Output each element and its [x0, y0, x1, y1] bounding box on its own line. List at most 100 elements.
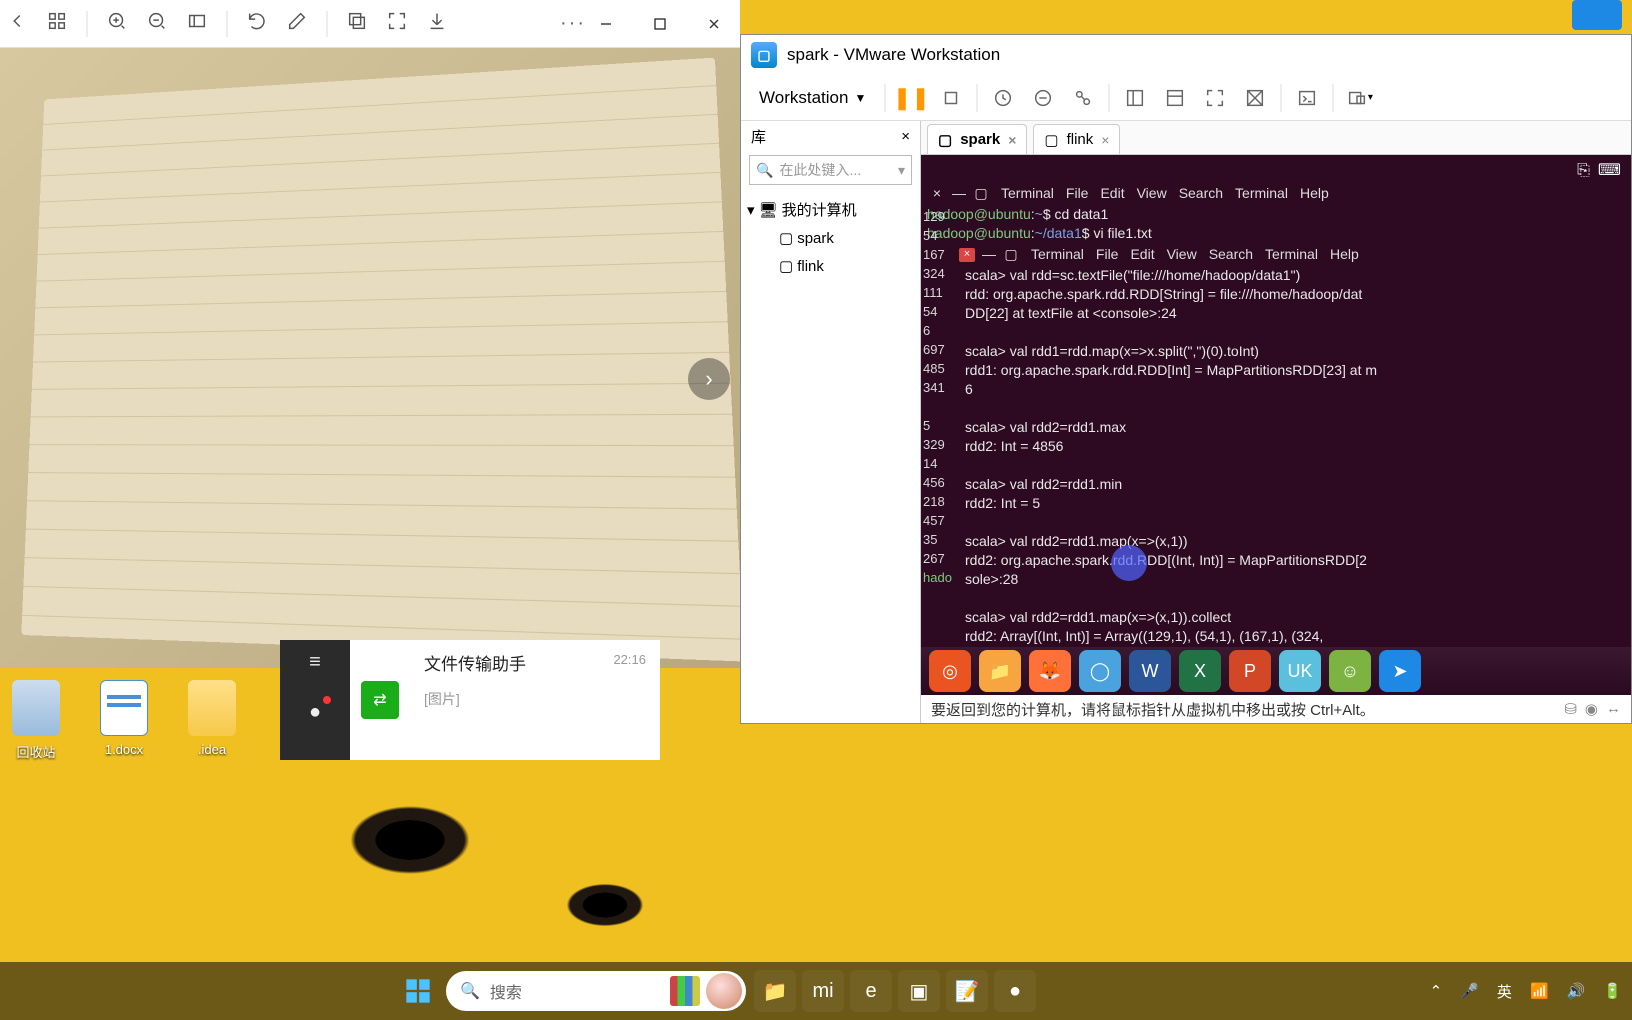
- dock-app[interactable]: 🦊: [1029, 650, 1071, 692]
- tab-close-icon[interactable]: ×: [1008, 132, 1016, 148]
- library-search[interactable]: 🔍在此处键入...▾: [749, 155, 912, 185]
- tab-flink[interactable]: ▢flink×: [1033, 124, 1120, 154]
- dock-app[interactable]: 📁: [979, 650, 1021, 692]
- vmware-window: ▢ spark - VMware Workstation Workstation…: [740, 34, 1632, 724]
- maximize-button[interactable]: [640, 4, 680, 44]
- snapshot-manager-icon[interactable]: [1068, 83, 1098, 113]
- menu-icon[interactable]: ≡: [301, 648, 329, 676]
- unity-icon[interactable]: [1240, 83, 1270, 113]
- search-decoration-icon: [670, 976, 700, 1006]
- fit-icon[interactable]: [186, 10, 208, 37]
- tray-battery-icon[interactable]: 🔋: [1603, 982, 1622, 1000]
- search-icon: 🔍: [756, 162, 773, 179]
- tray-chevron-icon[interactable]: ⌃: [1430, 982, 1443, 1000]
- pause-vm-icon[interactable]: ❚❚: [896, 83, 926, 113]
- chat-icon[interactable]: ●: [301, 698, 329, 726]
- desktop-icon-idea[interactable]: .idea: [188, 680, 236, 761]
- tray-wifi-icon[interactable]: 📶: [1530, 982, 1549, 1000]
- vm-tabs: ▢spark× ▢flink×: [921, 121, 1631, 155]
- tree-item-flink[interactable]: ▢flink: [747, 253, 914, 281]
- taskbar-app[interactable]: 📝: [946, 970, 988, 1012]
- layout-2-icon[interactable]: [1160, 83, 1190, 113]
- fullscreen-vm-icon[interactable]: [1200, 83, 1230, 113]
- taskbar-app[interactable]: e: [850, 970, 892, 1012]
- dock-app[interactable]: ◎: [929, 650, 971, 692]
- more-icon[interactable]: ···: [560, 12, 586, 35]
- desktop-shortcut-icon[interactable]: [1572, 0, 1622, 30]
- taskbar-app[interactable]: ●: [994, 970, 1036, 1012]
- hint-disk-icon: ⛁: [1564, 700, 1577, 718]
- transfer-helper-avatar[interactable]: ⇄: [350, 640, 410, 760]
- chat-preview: [图片]: [424, 689, 599, 709]
- tree-item-spark[interactable]: ▢spark: [747, 225, 914, 253]
- ubuntu-dock: ◎📁🦊◯WXPUK☺➤: [921, 647, 1631, 695]
- term-keyboard-icon: ⌨: [1598, 161, 1621, 180]
- desktop-icons: 回收站 1.docx .idea: [0, 670, 260, 771]
- dock-app[interactable]: ➤: [1379, 650, 1421, 692]
- cursor-highlight: [1111, 545, 1147, 581]
- workstation-menu[interactable]: Workstation ▼: [751, 84, 874, 112]
- system-tray[interactable]: ⌃ 🎤 英 📶 🔊 🔋: [1430, 981, 1622, 1002]
- tray-volume-icon[interactable]: 🔊: [1567, 982, 1586, 1000]
- edit-icon[interactable]: [286, 10, 308, 37]
- wechat-panel: ≡ ● ⇄ 文件传输助手 [图片] 22:16: [280, 640, 660, 760]
- windows-taskbar: 🔍 搜索 📁mie▣📝● ⌃ 🎤 英 📶 🔊 🔋: [0, 962, 1632, 1020]
- dock-app[interactable]: W: [1129, 650, 1171, 692]
- fullscreen-icon[interactable]: [386, 10, 408, 37]
- start-button[interactable]: [398, 971, 438, 1011]
- guest-terminal[interactable]: ⎘⌨ ×—▢ TerminalFileEditViewSearchTermina…: [921, 155, 1631, 647]
- tray-ime[interactable]: 英: [1497, 981, 1512, 1002]
- vmware-toolbar: Workstation ▼ ❚❚ ▾: [741, 75, 1631, 121]
- taskbar-app[interactable]: 📁: [754, 970, 796, 1012]
- rotate-icon[interactable]: [246, 10, 268, 37]
- library-close-icon[interactable]: ×: [901, 128, 910, 145]
- copy-icon[interactable]: [346, 10, 368, 37]
- dock-app[interactable]: ◯: [1079, 650, 1121, 692]
- vmware-hint: 要返回到您的计算机，请将鼠标指针从虚拟机中移出或按 Ctrl+Alt。 ⛁◉↔: [921, 695, 1631, 723]
- dock-app[interactable]: P: [1229, 650, 1271, 692]
- desktop-icon-docx[interactable]: 1.docx: [100, 680, 148, 761]
- zoom-out-icon[interactable]: [146, 10, 168, 37]
- close-button[interactable]: [694, 4, 734, 44]
- zoom-in-icon[interactable]: [106, 10, 128, 37]
- tab-spark[interactable]: ▢spark×: [927, 124, 1027, 154]
- chat-title: 文件传输助手: [424, 650, 599, 675]
- console-icon[interactable]: [1292, 83, 1322, 113]
- taskbar-search[interactable]: 🔍 搜索: [446, 971, 746, 1011]
- layout-1-icon[interactable]: [1120, 83, 1150, 113]
- term-indicator-icon: ⎘: [1577, 161, 1590, 180]
- power-icon[interactable]: [936, 83, 966, 113]
- vmware-title: spark - VMware Workstation: [787, 45, 1000, 65]
- devices-icon[interactable]: ▾: [1344, 83, 1374, 113]
- dock-app[interactable]: UK: [1279, 650, 1321, 692]
- download-icon[interactable]: [426, 10, 448, 37]
- hint-cd-icon: ◉: [1585, 700, 1598, 718]
- next-image-button[interactable]: ›: [688, 358, 730, 400]
- term-min-icon[interactable]: —: [951, 187, 967, 201]
- tree-root[interactable]: ▾🖥我的计算机: [747, 197, 914, 225]
- nav-back-icon[interactable]: [6, 10, 28, 37]
- term2-max-icon[interactable]: ▢: [1003, 248, 1019, 262]
- chat-time: 22:16: [613, 640, 660, 760]
- search-icon: 🔍: [460, 981, 480, 1001]
- dock-app[interactable]: X: [1179, 650, 1221, 692]
- term2-close-icon[interactable]: ×: [959, 248, 975, 262]
- snapshot-revert-icon[interactable]: [1028, 83, 1058, 113]
- hint-net-icon: ↔: [1606, 700, 1621, 718]
- taskbar-app[interactable]: mi: [802, 970, 844, 1012]
- minimize-button[interactable]: [586, 4, 626, 44]
- search-avatar-icon: [706, 973, 742, 1009]
- viewer-image: ›: [0, 48, 740, 668]
- taskbar-app[interactable]: ▣: [898, 970, 940, 1012]
- snapshot-icon[interactable]: [988, 83, 1018, 113]
- image-viewer-toolbar: ···: [0, 0, 740, 48]
- desktop-icon-recycle[interactable]: 回收站: [12, 680, 60, 761]
- tab-close-icon[interactable]: ×: [1101, 132, 1109, 148]
- term-max-icon[interactable]: ▢: [973, 187, 989, 201]
- term-close-icon[interactable]: ×: [929, 187, 945, 201]
- dock-app[interactable]: ☺: [1329, 650, 1371, 692]
- tray-mic-icon[interactable]: 🎤: [1460, 982, 1479, 1000]
- term2-min-icon[interactable]: —: [981, 248, 997, 262]
- vmware-logo-icon: ▢: [751, 42, 777, 68]
- apps-icon[interactable]: [46, 10, 68, 37]
